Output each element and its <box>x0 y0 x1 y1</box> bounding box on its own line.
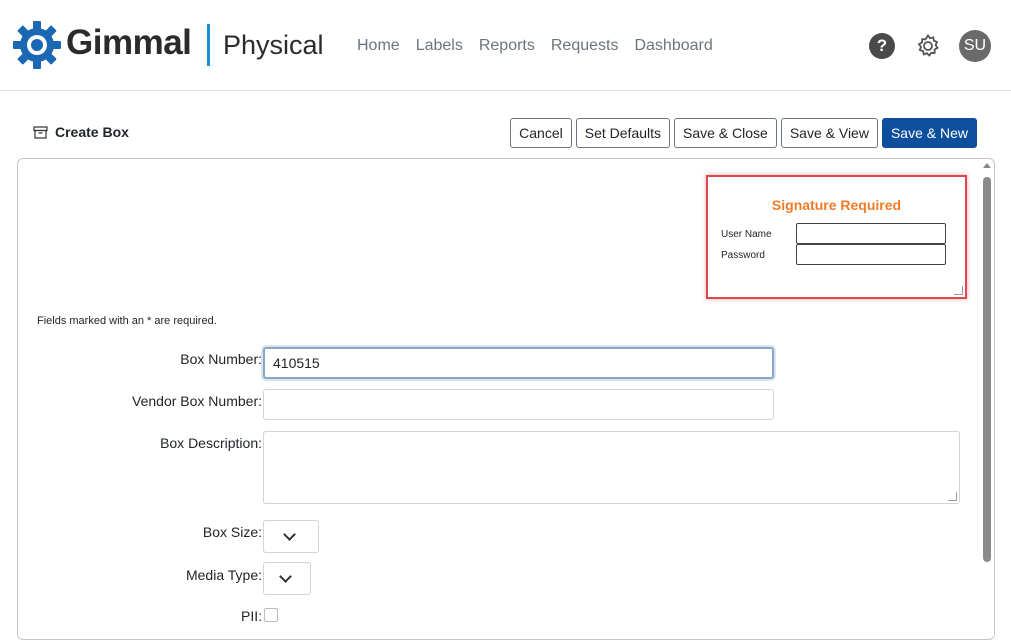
help-icon[interactable]: ? <box>869 33 895 59</box>
panel-scrollbar[interactable] <box>980 159 994 639</box>
pii-label: PII: <box>240 608 262 624</box>
nav-dashboard[interactable]: Dashboard <box>634 37 712 55</box>
save-close-button[interactable]: Save & Close <box>674 118 777 148</box>
chevron-down-icon <box>283 528 296 541</box>
top-navbar: Gimmal Physical Home Labels Reports Requ… <box>0 0 1011 91</box>
form-toolbar: Cancel Set Defaults Save & Close Save & … <box>510 118 977 148</box>
password-input[interactable] <box>796 244 946 265</box>
save-view-button[interactable]: Save & View <box>780 118 878 148</box>
box-size-label: Box Size: <box>202 524 262 540</box>
brand-name: Gimmal <box>66 23 192 62</box>
settings-gear-icon[interactable] <box>915 33 941 59</box>
cancel-button[interactable]: Cancel <box>510 118 572 148</box>
media-type-select[interactable] <box>263 562 311 595</box>
textarea-resize-handle[interactable] <box>948 492 957 501</box>
vendor-box-number-input[interactable] <box>263 389 774 420</box>
scroll-up-icon[interactable] <box>983 163 991 168</box>
signature-required-box: Signature Required User Name Password <box>706 175 967 299</box>
archive-box-icon <box>33 125 48 139</box>
box-number-label: Box Number: <box>180 351 262 367</box>
page-title-text: Create Box <box>55 124 129 140</box>
resize-handle[interactable] <box>954 286 963 295</box>
signature-title: Signature Required <box>771 197 902 213</box>
form-panel: Signature Required User Name Password Fi… <box>17 158 995 640</box>
user-avatar[interactable]: SU <box>959 30 991 62</box>
username-label: User Name <box>721 229 772 240</box>
box-size-select[interactable] <box>263 520 319 553</box>
nav-reports[interactable]: Reports <box>479 37 535 55</box>
chevron-down-icon <box>279 570 292 583</box>
password-label: Password <box>721 250 765 261</box>
box-description-label: Box Description: <box>160 435 262 451</box>
gear-logo-icon <box>13 21 61 69</box>
brand-divider <box>207 24 210 66</box>
pii-checkbox[interactable] <box>264 608 278 622</box>
box-number-input[interactable]: 410515 <box>263 347 774 379</box>
nav-requests[interactable]: Requests <box>551 37 619 55</box>
nav-home[interactable]: Home <box>357 37 400 55</box>
main-nav: Home Labels Reports Requests Dashboard <box>357 37 713 55</box>
media-type-label: Media Type: <box>185 567 262 583</box>
box-description-textarea[interactable] <box>263 431 960 504</box>
vendor-box-number-label: Vendor Box Number: <box>132 393 262 409</box>
page-title: Create Box <box>33 124 129 140</box>
product-name: Physical <box>223 30 324 60</box>
required-fields-note: Fields marked with an * are required. <box>37 315 217 327</box>
set-defaults-button[interactable]: Set Defaults <box>575 118 670 148</box>
nav-labels[interactable]: Labels <box>416 37 463 55</box>
save-new-button[interactable]: Save & New <box>881 118 977 148</box>
scroll-thumb[interactable] <box>983 177 991 562</box>
username-input[interactable] <box>796 223 946 244</box>
